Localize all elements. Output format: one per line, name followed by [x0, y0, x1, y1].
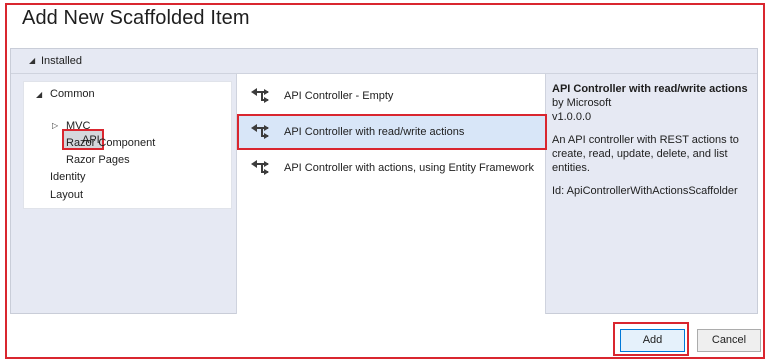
tree-item-label: Identity	[50, 171, 86, 183]
template-row-selected[interactable]: API Controller with read/write actions	[237, 114, 547, 150]
details-version: v1.0.0.0	[552, 111, 592, 123]
details-description: An API controller with REST actions to c…	[552, 134, 739, 174]
content-panel: ◢ Installed ◢ Common API ▷ MVC Razor Com…	[10, 48, 758, 314]
tree-item-label: Layout	[50, 189, 84, 201]
tree-item-label: Razor Component	[66, 137, 156, 149]
installed-header[interactable]: ◢ Installed	[11, 49, 757, 74]
expanded-arrow-icon[interactable]: ◢	[36, 90, 42, 99]
tree-item-label: Razor Pages	[66, 154, 130, 166]
cancel-button[interactable]: Cancel	[697, 329, 761, 352]
collapsed-arrow-icon[interactable]: ▷	[52, 121, 58, 130]
details-author: by Microsoft	[552, 97, 612, 109]
template-row[interactable]: API Controller - Empty	[237, 78, 547, 114]
tree-item-label: Common	[50, 88, 95, 100]
api-controller-icon	[251, 124, 269, 139]
collapse-triangle-icon[interactable]: ◢	[29, 56, 35, 65]
api-controller-icon	[251, 160, 269, 175]
template-label: API Controller - Empty	[284, 90, 394, 102]
details-title: API Controller with read/write actions	[552, 83, 748, 95]
tree-item-layout[interactable]: Layout	[50, 189, 83, 201]
installed-label: Installed	[41, 55, 82, 67]
template-label: API Controller with actions, using Entit…	[284, 162, 535, 174]
scaffold-dialog: Add New Scaffolded Item ◢ Installed ◢ Co…	[0, 0, 768, 363]
details-pane: API Controller with read/write actions b…	[552, 82, 752, 198]
dialog-title: Add New Scaffolded Item	[22, 7, 250, 29]
template-row[interactable]: API Controller with actions, using Entit…	[237, 150, 547, 186]
add-button[interactable]: Add	[620, 329, 685, 352]
category-tree: ◢ Common API ▷ MVC Razor Component Razor…	[23, 81, 232, 209]
tree-item-label: MVC	[66, 120, 91, 132]
tree-item-identity[interactable]: Identity	[50, 171, 85, 183]
template-list: API Controller - Empty API Controller wi…	[236, 74, 547, 314]
api-controller-icon	[251, 88, 269, 103]
tree-item-razor-component[interactable]: Razor Component	[66, 137, 155, 149]
tree-item-razor-pages[interactable]: Razor Pages	[66, 154, 130, 166]
template-label: API Controller with read/write actions	[284, 126, 465, 138]
details-id: Id: ApiControllerWithActionsScaffolder	[552, 185, 738, 197]
